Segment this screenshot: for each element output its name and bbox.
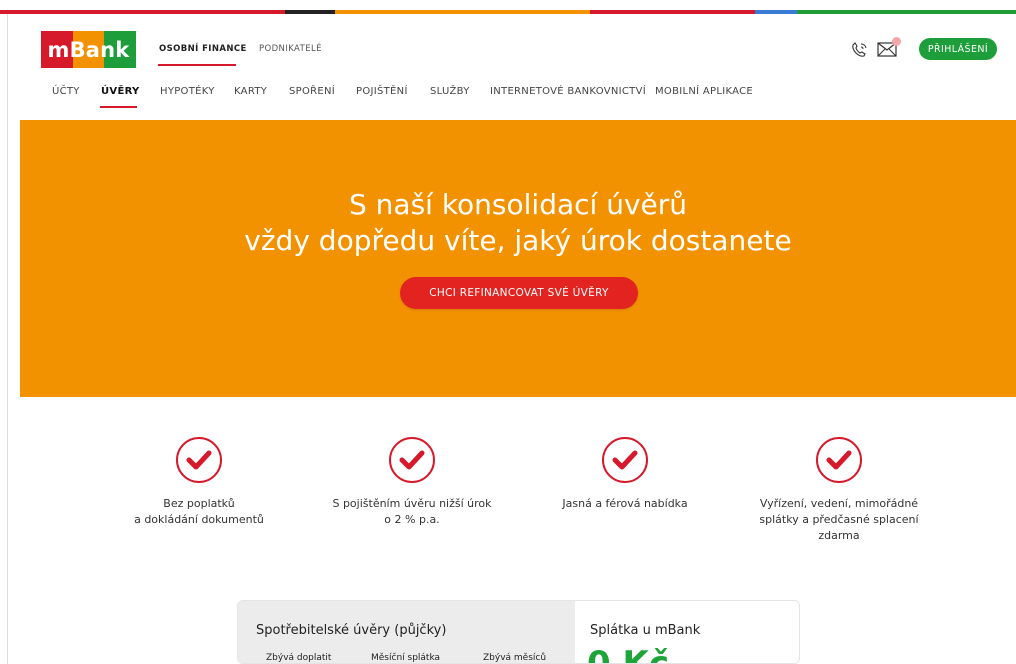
feature-text: Bez poplatků a dokládání dokumentů	[134, 497, 264, 526]
feature-text: Vyřízení, vedení, mimořádné splátky a př…	[759, 497, 919, 542]
left-page-edge	[0, 14, 8, 664]
feature-item: Vyřízení, vedení, mimořádné splátky a př…	[734, 436, 944, 544]
nav-active-underline	[100, 106, 137, 108]
check-circle-icon	[389, 437, 435, 483]
nav-item-internetove-bankovnictvi[interactable]: INTERNETOVÉ BANKOVNICTVÍ	[490, 86, 646, 97]
phone-icon[interactable]	[850, 41, 870, 59]
hero-banner: S naší konsolidací úvěrů vždy dopředu ví…	[20, 120, 1016, 397]
feature-item: S pojištěním úvěru nižší úrok o 2 % p.a.	[307, 436, 517, 528]
check-circle-icon	[176, 437, 222, 483]
loan-calculator-card: Spotřebitelské úvěry (půjčky) Zbývá dopl…	[237, 600, 800, 664]
feature-text: Jasná a férová nabídka	[562, 497, 688, 510]
check-circle-icon	[602, 437, 648, 483]
refinance-button[interactable]: CHCI REFINANCOVAT SVÉ ÚVĚRY	[400, 277, 638, 309]
nav-item-hypoteky[interactable]: HYPOTÉKY	[160, 86, 215, 97]
login-button[interactable]: PŘIHLÁŠENÍ	[919, 38, 997, 60]
calculator-result-panel: Splátka u mBank 0 Kč	[575, 601, 799, 664]
calculator-inputs-panel: Spotřebitelské úvěry (půjčky) Zbývá dopl…	[238, 601, 575, 663]
segment-active-underline	[158, 64, 236, 66]
feature-text: S pojištěním úvěru nižší úrok o 2 % p.a.	[332, 497, 492, 526]
column-header-remaining-amount: Zbývá doplatit	[266, 653, 332, 663]
column-header-remaining-months: Zbývá měsíců	[483, 653, 547, 663]
nav-item-karty[interactable]: KARTY	[234, 86, 267, 97]
nav-item-ucty[interactable]: ÚČTY	[52, 86, 80, 97]
column-header-monthly-payment: Měsíční splátka	[371, 653, 441, 663]
segment-podnikatele[interactable]: PODNIKATELÉ	[259, 44, 322, 54]
result-title: Splátka u mBank	[590, 623, 701, 638]
result-amount: 0 Kč	[587, 644, 669, 664]
calculator-title: Spotřebitelské úvěry (půjčky)	[256, 623, 447, 638]
nav-item-sporeni[interactable]: SPOŘENÍ	[289, 86, 335, 97]
hero-title-line-1: S naší konsolidací úvěrů	[348, 188, 688, 221]
notification-dot	[892, 37, 901, 46]
nav-item-sluzby[interactable]: SLUŽBY	[430, 86, 470, 97]
hero-title: S naší konsolidací úvěrů vždy dopředu ví…	[20, 187, 1016, 259]
nav-item-uvery[interactable]: ÚVĚRY	[101, 86, 140, 97]
feature-item: Bez poplatků a dokládání dokumentů	[94, 436, 304, 528]
feature-item: Jasná a férová nabídka	[520, 436, 730, 512]
check-circle-icon	[816, 437, 862, 483]
hero-title-line-2: vždy dopředu víte, jaký úrok dostanete	[244, 224, 792, 257]
site-header: mBank OSOBNÍ FINANCE PODNIKATELÉ PŘIHLÁŠ…	[20, 14, 1016, 120]
nav-item-mobilni-aplikace[interactable]: MOBILNÍ APLIKACE	[655, 86, 753, 97]
nav-item-pojisteni[interactable]: POJIŠTĚNÍ	[356, 86, 408, 97]
logo-text: mBank	[47, 37, 130, 62]
segment-osobni-finance[interactable]: OSOBNÍ FINANCE	[159, 44, 247, 54]
mbank-logo[interactable]: mBank	[41, 31, 137, 68]
